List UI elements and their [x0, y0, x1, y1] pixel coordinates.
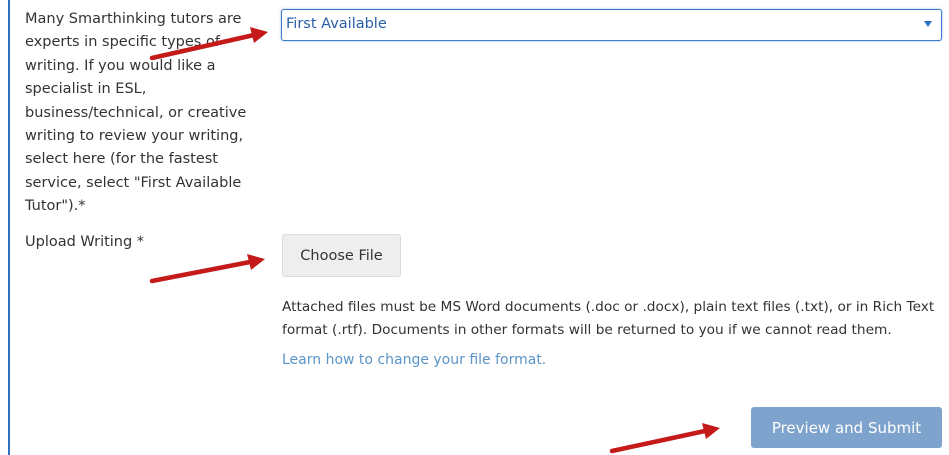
- preview-and-submit-button[interactable]: Preview and Submit: [751, 407, 942, 448]
- left-border-rule: [8, 0, 10, 455]
- tutor-type-select[interactable]: First Available: [281, 9, 942, 41]
- file-format-help-text: Attached files must be MS Word documents…: [282, 299, 935, 338]
- chevron-down-icon: [924, 21, 932, 27]
- tutor-select-value: First Available: [286, 16, 387, 32]
- learn-file-format-link[interactable]: Learn how to change your file format.: [282, 352, 546, 368]
- specialist-question-label: Many Smarthinking tutors are experts in …: [25, 11, 247, 215]
- upload-writing-label: Upload Writing *: [25, 234, 145, 250]
- red-arrow-icon: [609, 423, 720, 454]
- red-arrow-icon: [149, 254, 265, 284]
- choose-file-button[interactable]: Choose File: [282, 234, 401, 277]
